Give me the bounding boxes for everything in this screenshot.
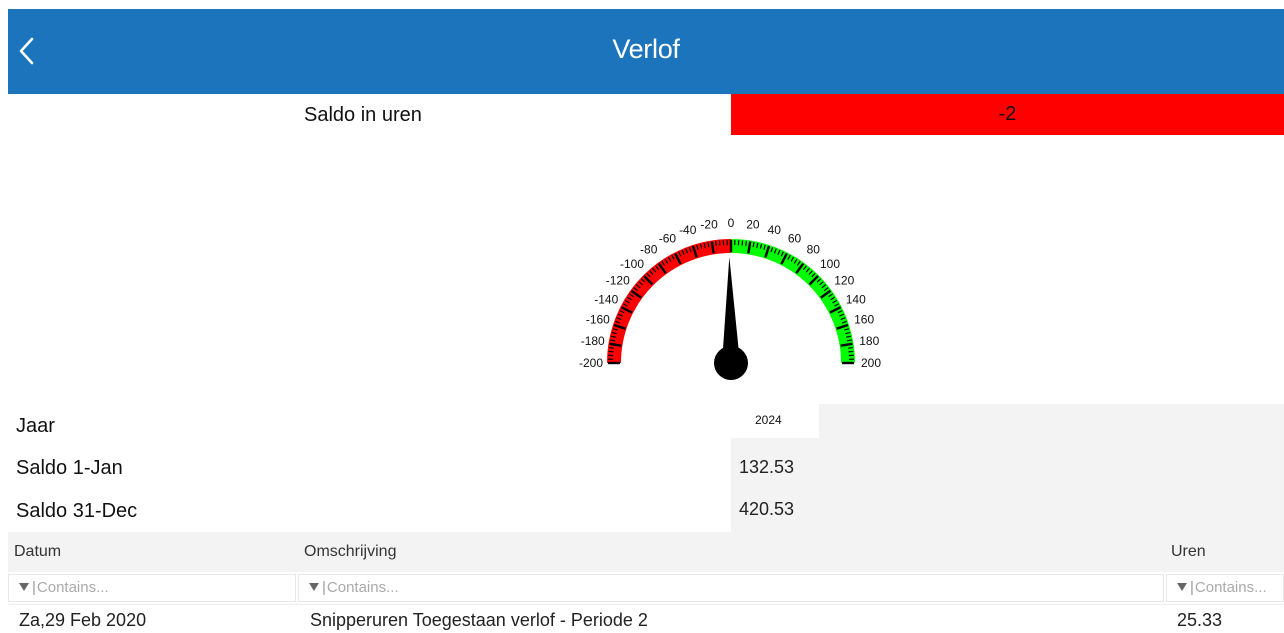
saldo-label: Saldo in uren: [304, 102, 422, 128]
filter-datum[interactable]: Contains...: [8, 574, 296, 602]
saldo-start-label: Saldo 1-Jan: [16, 455, 123, 481]
saldo-end-label: Saldo 31-Dec: [16, 498, 137, 524]
year-value[interactable]: 2024: [755, 412, 782, 428]
gauge-tick-label: 80: [807, 243, 821, 257]
gauge-tick-label: 120: [834, 274, 854, 288]
cell-datum: Za,29 Feb 2020: [19, 609, 146, 631]
filter-icon[interactable]: [1177, 583, 1187, 591]
gauge-tick-label: 0: [728, 216, 735, 230]
filter-icon[interactable]: [19, 583, 29, 591]
gauge-tick-label: 140: [846, 292, 866, 306]
gauge-tick-label: -80: [640, 243, 658, 257]
saldo-value: -2: [731, 94, 1284, 135]
gauge-tick-label: -200: [579, 356, 603, 370]
column-header-datum[interactable]: Datum: [14, 542, 61, 562]
gauge-tick-label: -100: [620, 257, 644, 271]
filter-datum-input[interactable]: Contains...: [32, 579, 109, 596]
filter-uren-input[interactable]: Contains...: [1190, 579, 1267, 596]
gauge-tick-label: 40: [768, 223, 782, 237]
gauge-tick-label: -20: [700, 218, 718, 232]
filter-omschrijving-input[interactable]: Contains...: [322, 579, 399, 596]
gauge-tick-label: -180: [581, 334, 605, 348]
gauge-minor-tick: [716, 241, 717, 246]
filter-icon[interactable]: [309, 583, 319, 591]
saldo-end-value: 420.53: [739, 497, 794, 521]
gauge-tick-label: -120: [606, 274, 630, 288]
gauge-minor-tick: [609, 348, 614, 349]
column-header-uren[interactable]: Uren: [1171, 542, 1206, 562]
cell-omschrijving: Snipperuren Toegestaan verlof - Periode …: [310, 609, 648, 631]
gauge-tick-label: 100: [820, 257, 840, 271]
gauge-minor-tick: [746, 241, 747, 246]
year-label: Jaar: [16, 413, 55, 439]
column-header-omschrijving[interactable]: Omschrijving: [304, 542, 396, 562]
gauge-minor-tick: [848, 348, 853, 349]
gauge-tick-label: 20: [746, 218, 760, 232]
grid-header: [8, 532, 1284, 572]
cell-uren: 25.33: [1177, 609, 1222, 631]
gauge-tick-label: -140: [594, 292, 618, 306]
gauge-tick-label: 60: [788, 231, 802, 245]
gauge-needle-hub: [714, 346, 748, 380]
gauge-tick-label: -160: [586, 313, 610, 327]
gauge-tick-label: -40: [679, 223, 697, 237]
saldo-gauge: -200-180-160-140-120-100-80-60-40-200204…: [560, 198, 900, 388]
filter-uren[interactable]: Contains...: [1166, 574, 1284, 602]
saldo-start-value: 132.53: [739, 455, 794, 479]
gauge-tick-label: 160: [854, 313, 874, 327]
gauge-tick-label: 180: [859, 334, 879, 348]
gauge-tick-label: 200: [861, 356, 881, 370]
filter-omschrijving[interactable]: Contains...: [298, 574, 1164, 602]
app-header: Verlof: [8, 9, 1284, 94]
gauge-tick-label: -60: [659, 231, 677, 245]
page-title: Verlof: [8, 32, 1284, 66]
